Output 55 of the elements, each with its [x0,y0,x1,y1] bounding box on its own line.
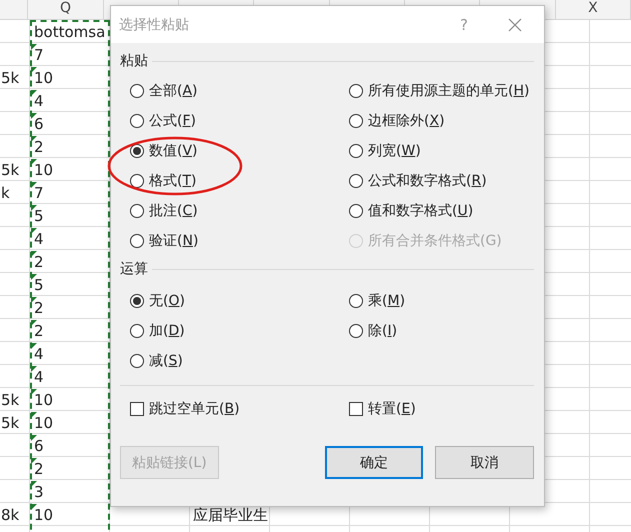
table-cell: 2 [34,322,44,340]
close-icon [508,18,522,32]
table-cell: 4 [34,345,44,363]
table-cell: 4 [34,92,44,110]
table-cell: k [1,184,10,202]
radio-option[interactable]: 边框除外(X) [349,110,534,131]
table-cell: 4 [34,368,44,386]
table-cell: 5k [1,69,20,87]
radio-option[interactable]: 值和数字格式(U) [349,200,534,221]
checkbox-option[interactable]: 转置(E) [349,398,534,419]
radio-option[interactable]: 加(D) [130,320,349,341]
radio-option[interactable]: 乘(M) [349,290,534,311]
table-cell: 4 [34,230,44,248]
table-cell: 2 [34,138,44,156]
radio-option[interactable]: 验证(N) [130,230,349,251]
table-cell: 10 [34,161,54,179]
dialog-button[interactable]: 确定 [324,446,424,479]
radio-option[interactable]: 列宽(W) [349,140,534,161]
radio-option[interactable]: 全部(A) [130,80,349,101]
table-cell: 3 [34,483,44,501]
radio-option[interactable]: 无(O) [130,290,349,311]
table-cell: 10 [34,506,54,524]
table-cell: 6 [34,115,44,133]
table-cell: 7 [34,184,44,202]
table-cell: 5k [1,161,20,179]
table-cell: 2 [34,253,44,271]
column-header[interactable]: Q [28,0,104,19]
radio-option[interactable]: 除(I) [349,320,534,341]
table-cell: 应届毕业生 [193,506,268,524]
table-cell: bottomsa [34,23,106,41]
table-cell: 10 [34,69,54,87]
section-label: 粘贴 [120,52,148,70]
column-header[interactable]: X [556,0,631,19]
radio-option[interactable]: 数值(V) [130,140,349,161]
dialog-button[interactable]: 取消 [435,446,534,479]
radio-option[interactable]: 公式(F) [130,110,349,131]
table-cell: 10 [34,414,54,432]
radio-option[interactable]: 批注(C) [130,200,349,221]
table-cell: 5k [1,414,20,432]
checkbox-option[interactable]: 跳过空单元(B) [130,398,349,419]
radio-option[interactable]: 减(S) [130,350,349,371]
table-cell: 10 [34,391,54,409]
window-title: 选择性粘贴 [119,16,190,34]
radio-option[interactable]: 所有使用源主题的单元(H) [349,80,534,101]
table-cell: 5k [1,391,20,409]
radio-option[interactable]: 格式(T) [130,170,349,191]
table-cell: 6 [34,437,44,455]
section-label: 运算 [120,260,148,278]
table-cell: 5 [34,207,44,225]
table-cell: 2 [34,460,44,478]
table-cell: 7 [34,46,44,64]
table-cell: 5 [34,276,44,294]
radio-option[interactable]: 公式和数字格式(R) [349,170,534,191]
table-cell: 2 [34,299,44,317]
table-cell: 8k [1,506,20,524]
